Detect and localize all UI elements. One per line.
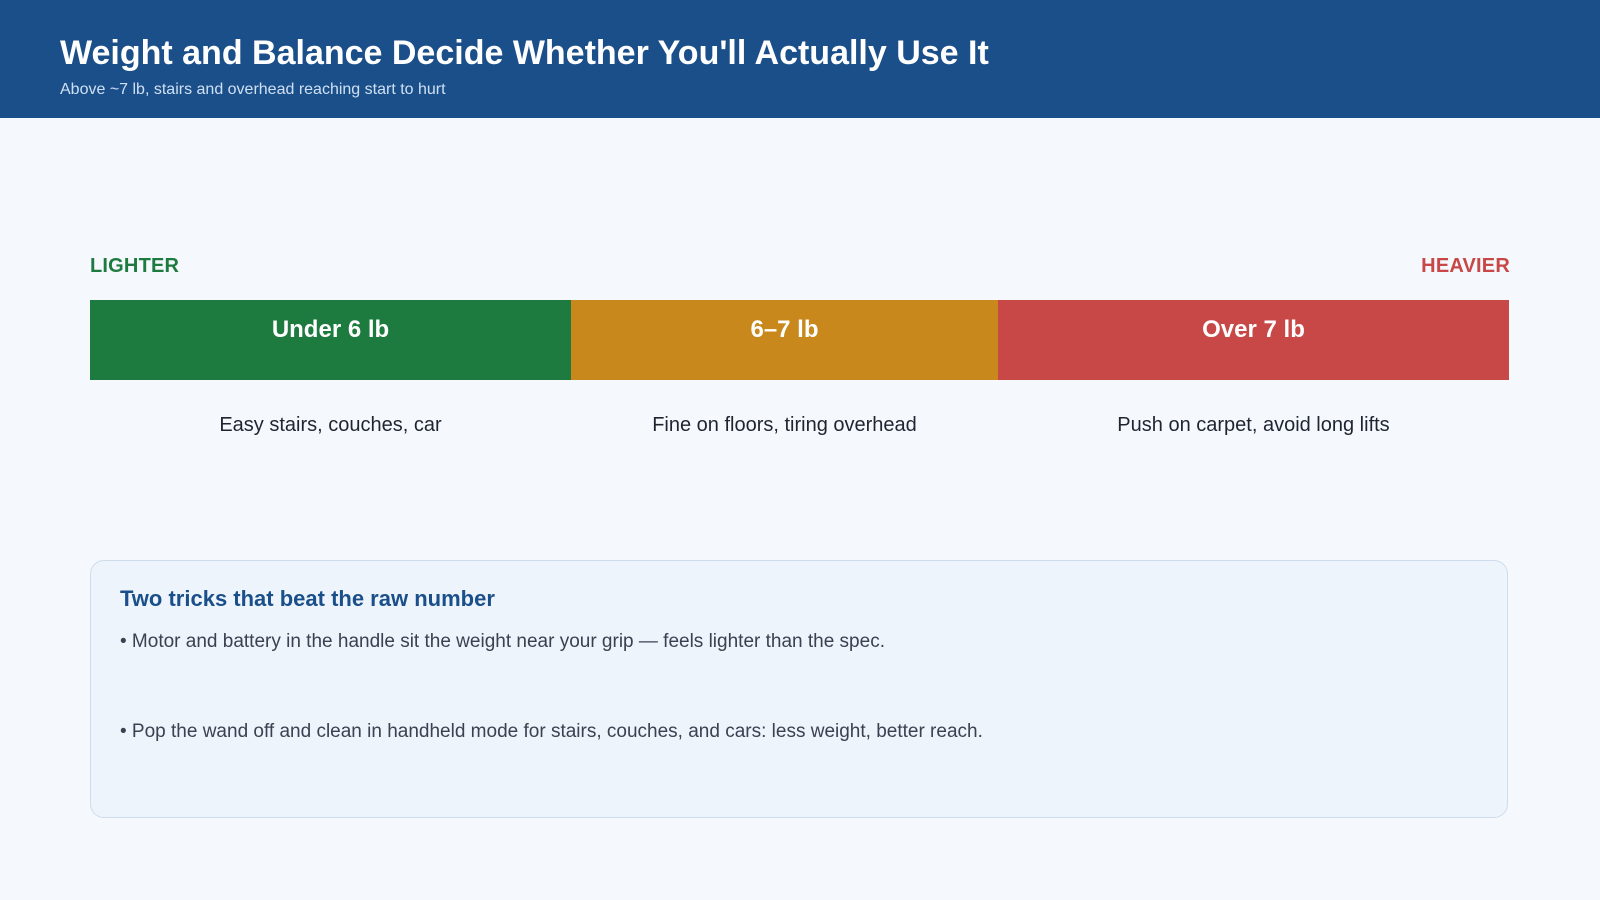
page-title: Weight and Balance Decide Whether You'll…: [60, 34, 989, 72]
tip-item: • Motor and battery in the handle sit th…: [120, 631, 885, 652]
tips-card: Two tricks that beat the raw number • Mo…: [90, 560, 1508, 818]
description-under-6-lb: Easy stairs, couches, car: [219, 414, 442, 436]
header-banner: Weight and Balance Decide Whether You'll…: [0, 0, 1600, 118]
segment-descriptions: Easy stairs, couches, car Fine on floors…: [90, 412, 1510, 438]
segment-under-6-lb: Under 6 lb: [90, 300, 571, 380]
scale-label-heavier: HEAVIER: [1421, 255, 1510, 277]
segment-over-7-lb: Over 7 lb: [998, 300, 1509, 380]
scale-label-lighter: LIGHTER: [90, 255, 180, 277]
description-over-7-lb: Push on carpet, avoid long lifts: [1117, 414, 1390, 436]
description-6-7-lb: Fine on floors, tiring overhead: [652, 414, 917, 436]
page-subtitle: Above ~7 lb, stairs and overhead reachin…: [60, 81, 446, 98]
weight-scale-bar: Under 6 lb 6–7 lb Over 7 lb: [90, 300, 1510, 380]
segment-label: 6–7 lb: [750, 316, 819, 343]
segment-6-7-lb: 6–7 lb: [571, 300, 998, 380]
tips-title: Two tricks that beat the raw number: [120, 586, 495, 611]
segment-label: Over 7 lb: [1202, 316, 1305, 343]
tip-item: • Pop the wand off and clean in handheld…: [120, 721, 983, 742]
segment-label: Under 6 lb: [271, 316, 390, 343]
